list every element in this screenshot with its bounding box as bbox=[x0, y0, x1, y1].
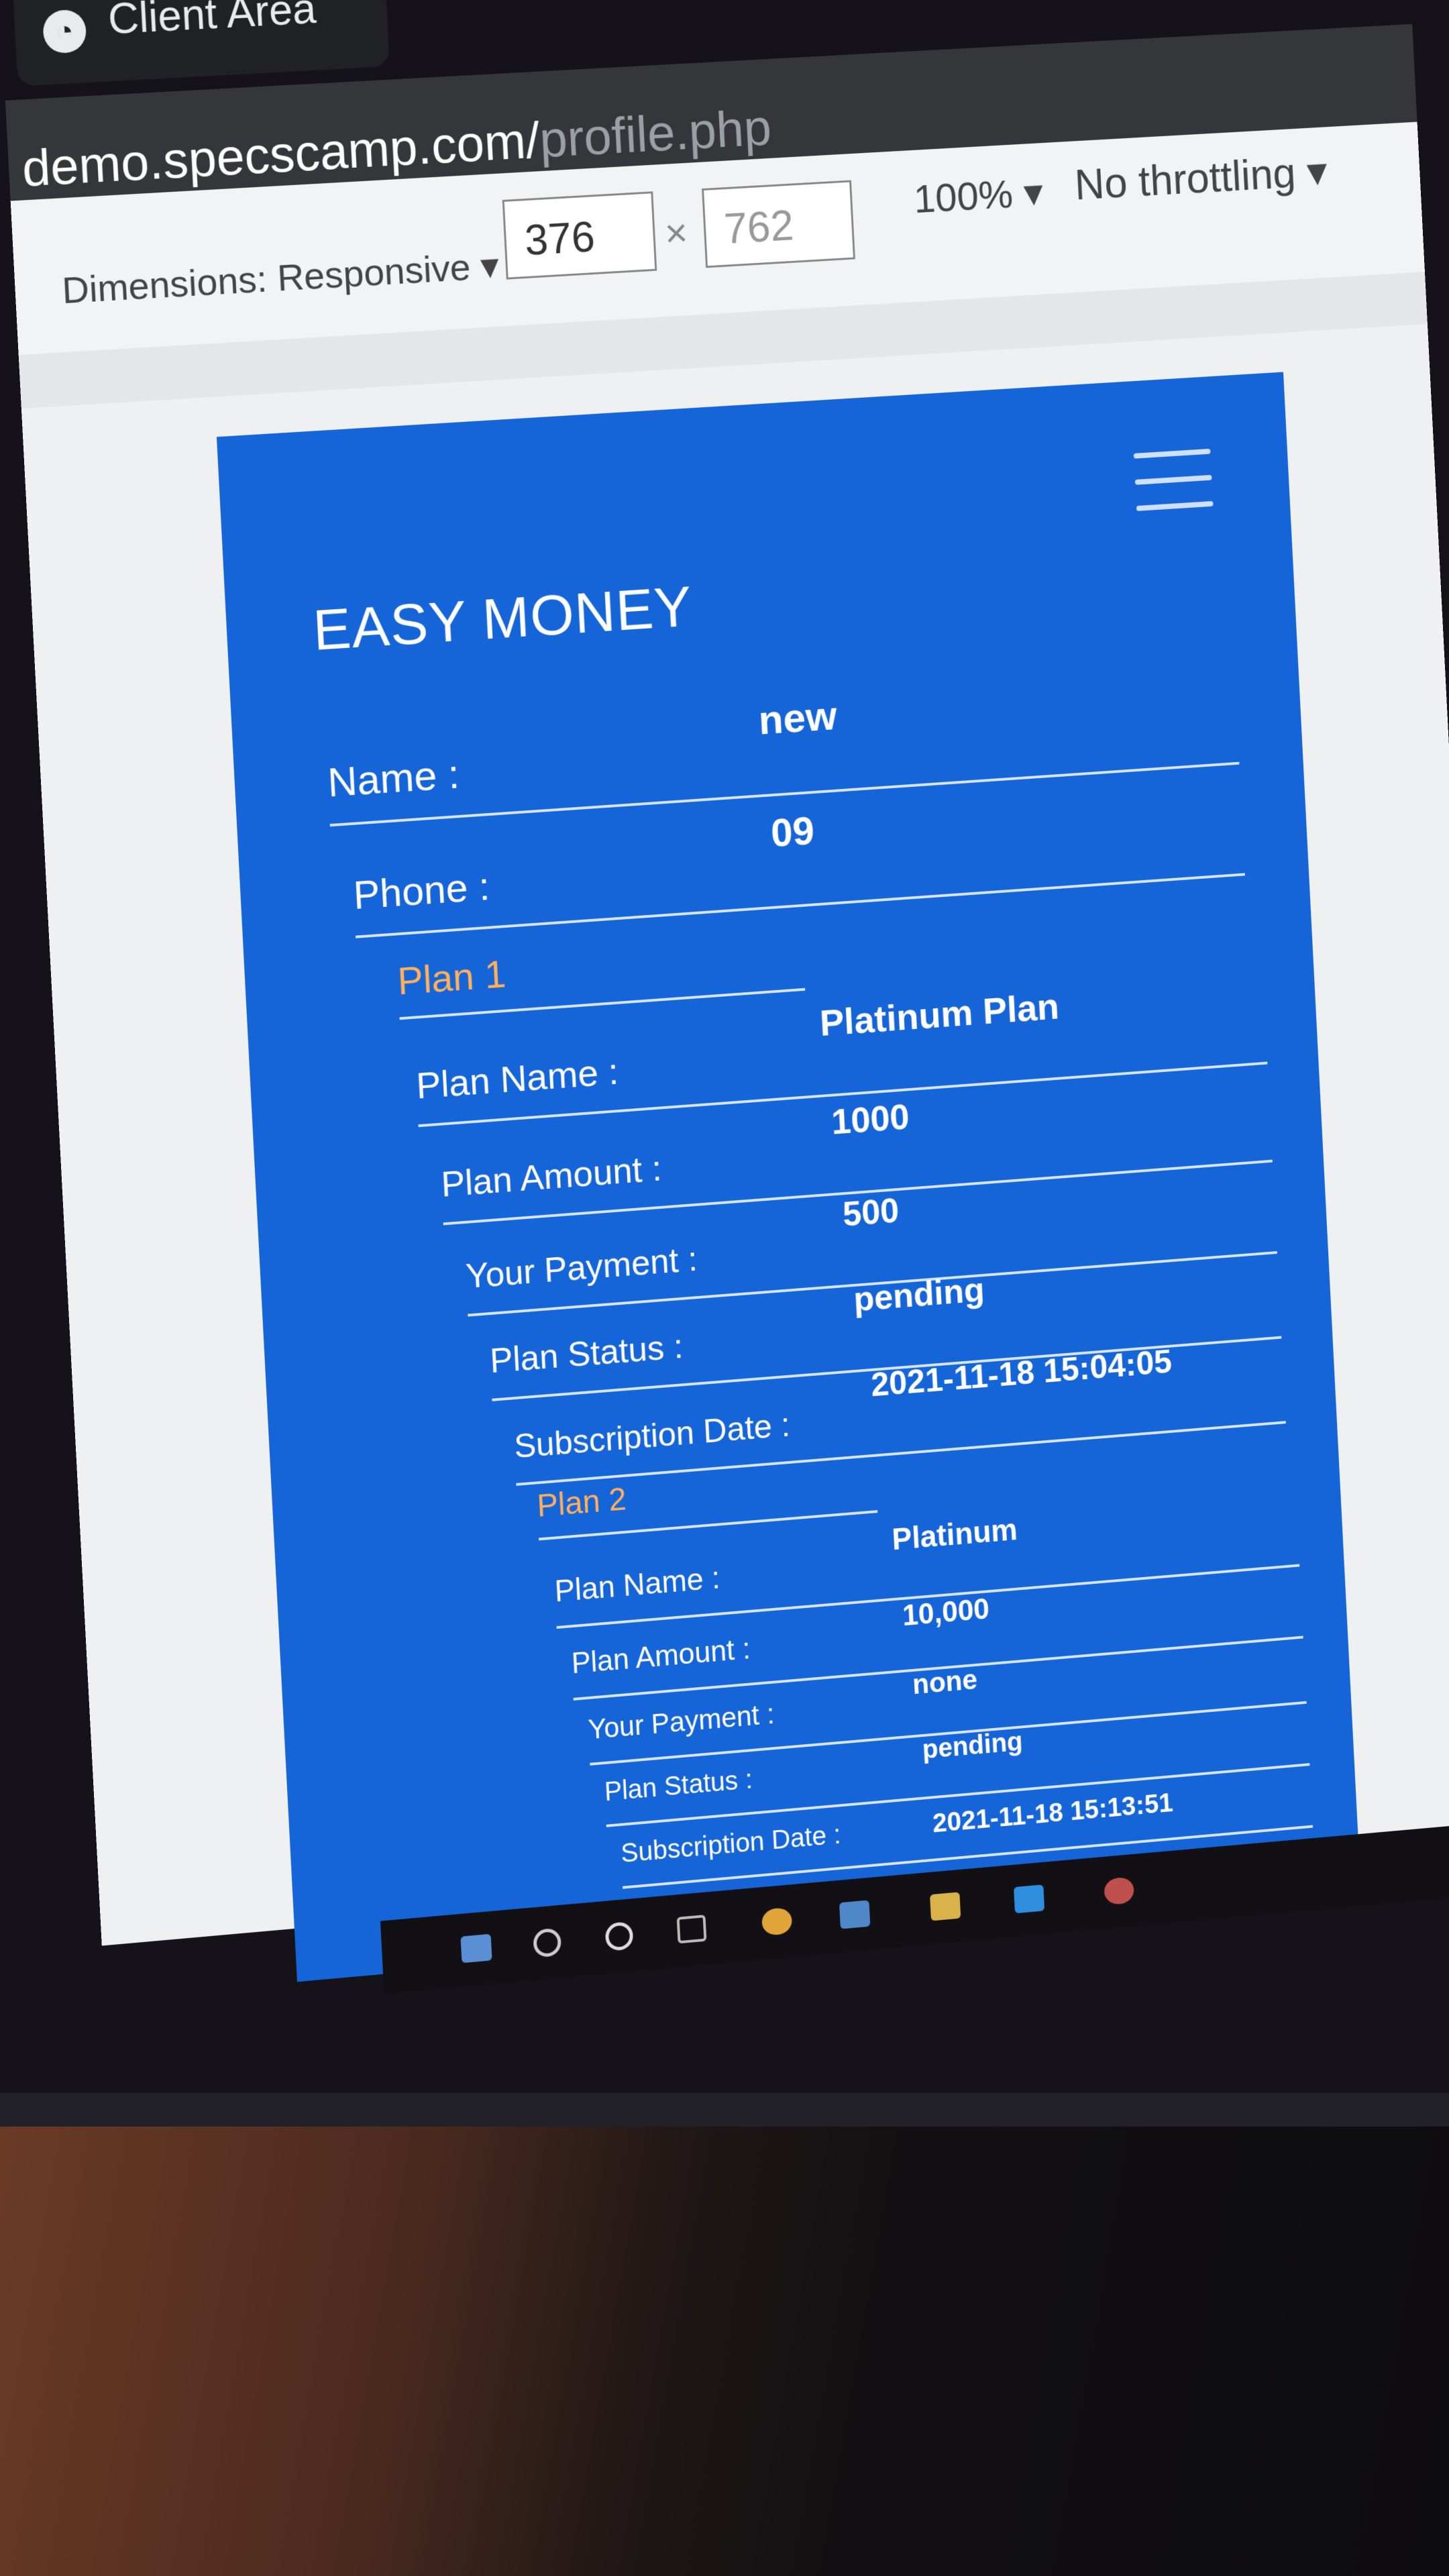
plan-name-value: Platinum bbox=[891, 1511, 1018, 1557]
subscription-date-label: Subscription Date : bbox=[513, 1406, 792, 1466]
app-icon[interactable] bbox=[839, 1900, 871, 1929]
plan-name-value: Platinum Plan bbox=[818, 985, 1061, 1044]
plan-status-value: pending bbox=[853, 1271, 985, 1320]
dimensions-label: Dimensions: Responsive bbox=[60, 246, 472, 312]
windows-icon[interactable] bbox=[460, 1933, 492, 1964]
plan-amount-label: Plan Amount : bbox=[570, 1632, 751, 1680]
zoom-dropdown[interactable]: 100% ▾ bbox=[913, 169, 1044, 223]
subscription-date-value: 2021-11-18 15:04:05 bbox=[870, 1342, 1173, 1404]
cortana-icon[interactable] bbox=[604, 1921, 634, 1951]
subscription-date-label: Subscription Date : bbox=[620, 1820, 842, 1869]
task-view-icon[interactable] bbox=[676, 1915, 707, 1944]
search-icon[interactable] bbox=[533, 1927, 562, 1958]
vscode-icon[interactable] bbox=[1014, 1884, 1045, 1914]
payment-value: none bbox=[912, 1663, 978, 1701]
desk-background bbox=[0, 2127, 1449, 2576]
dimension-separator: × bbox=[663, 210, 689, 256]
tab-title: Client Area bbox=[107, 0, 317, 44]
plan-amount-value: 10,000 bbox=[902, 1593, 991, 1633]
dimensions-dropdown[interactable]: Dimensions: Responsive ▾ bbox=[61, 244, 500, 313]
name-value: new bbox=[757, 692, 839, 744]
plan-name-label: Plan Name : bbox=[415, 1050, 620, 1107]
chevron-down-icon: ▾ bbox=[1305, 147, 1329, 196]
chevron-down-icon: ▾ bbox=[1022, 170, 1044, 215]
plan-amount-value: 1000 bbox=[830, 1097, 910, 1142]
plan-status-label: Plan Status : bbox=[604, 1764, 753, 1807]
throttling-value: No throttling bbox=[1073, 149, 1297, 209]
file-explorer-icon[interactable] bbox=[930, 1892, 961, 1921]
payment-value: 500 bbox=[841, 1191, 900, 1234]
width-input[interactable]: 376 bbox=[502, 191, 657, 280]
hamburger-icon[interactable] bbox=[1133, 448, 1214, 519]
phone-value: 09 bbox=[769, 808, 816, 855]
globe-icon: ◔ bbox=[42, 9, 87, 54]
name-label: Name : bbox=[326, 751, 461, 806]
profile-page: EASY MONEY Name : new Phone : 09 Plan 1 … bbox=[216, 372, 1361, 1982]
zoom-value: 100% bbox=[912, 171, 1014, 222]
phone-label: Phone : bbox=[352, 863, 491, 918]
chrome-dev-icon[interactable] bbox=[1104, 1876, 1135, 1906]
plan-status-value: pending bbox=[921, 1727, 1024, 1765]
device-viewport: EASY MONEY Name : new Phone : 09 Plan 1 … bbox=[21, 323, 1449, 1982]
browser-tab[interactable]: ◔ Client Area bbox=[11, 0, 390, 87]
screen: ◔ Client Area demo.specscamp.com/profile… bbox=[0, 0, 1449, 2006]
height-input[interactable]: 762 bbox=[702, 180, 855, 268]
plan-amount-label: Plan Amount : bbox=[440, 1148, 663, 1205]
throttling-dropdown[interactable]: No throttling ▾ bbox=[1073, 147, 1328, 211]
subscription-date-value: 2021-11-18 15:13:51 bbox=[932, 1788, 1174, 1839]
chrome-icon[interactable] bbox=[761, 1907, 793, 1937]
plan-name-label: Plan Name : bbox=[553, 1560, 721, 1609]
payment-label: Your Payment : bbox=[587, 1698, 775, 1746]
brand-title: EASY MONEY bbox=[311, 574, 694, 663]
chevron-down-icon: ▾ bbox=[479, 244, 500, 287]
url-path: profile.php bbox=[538, 99, 773, 169]
